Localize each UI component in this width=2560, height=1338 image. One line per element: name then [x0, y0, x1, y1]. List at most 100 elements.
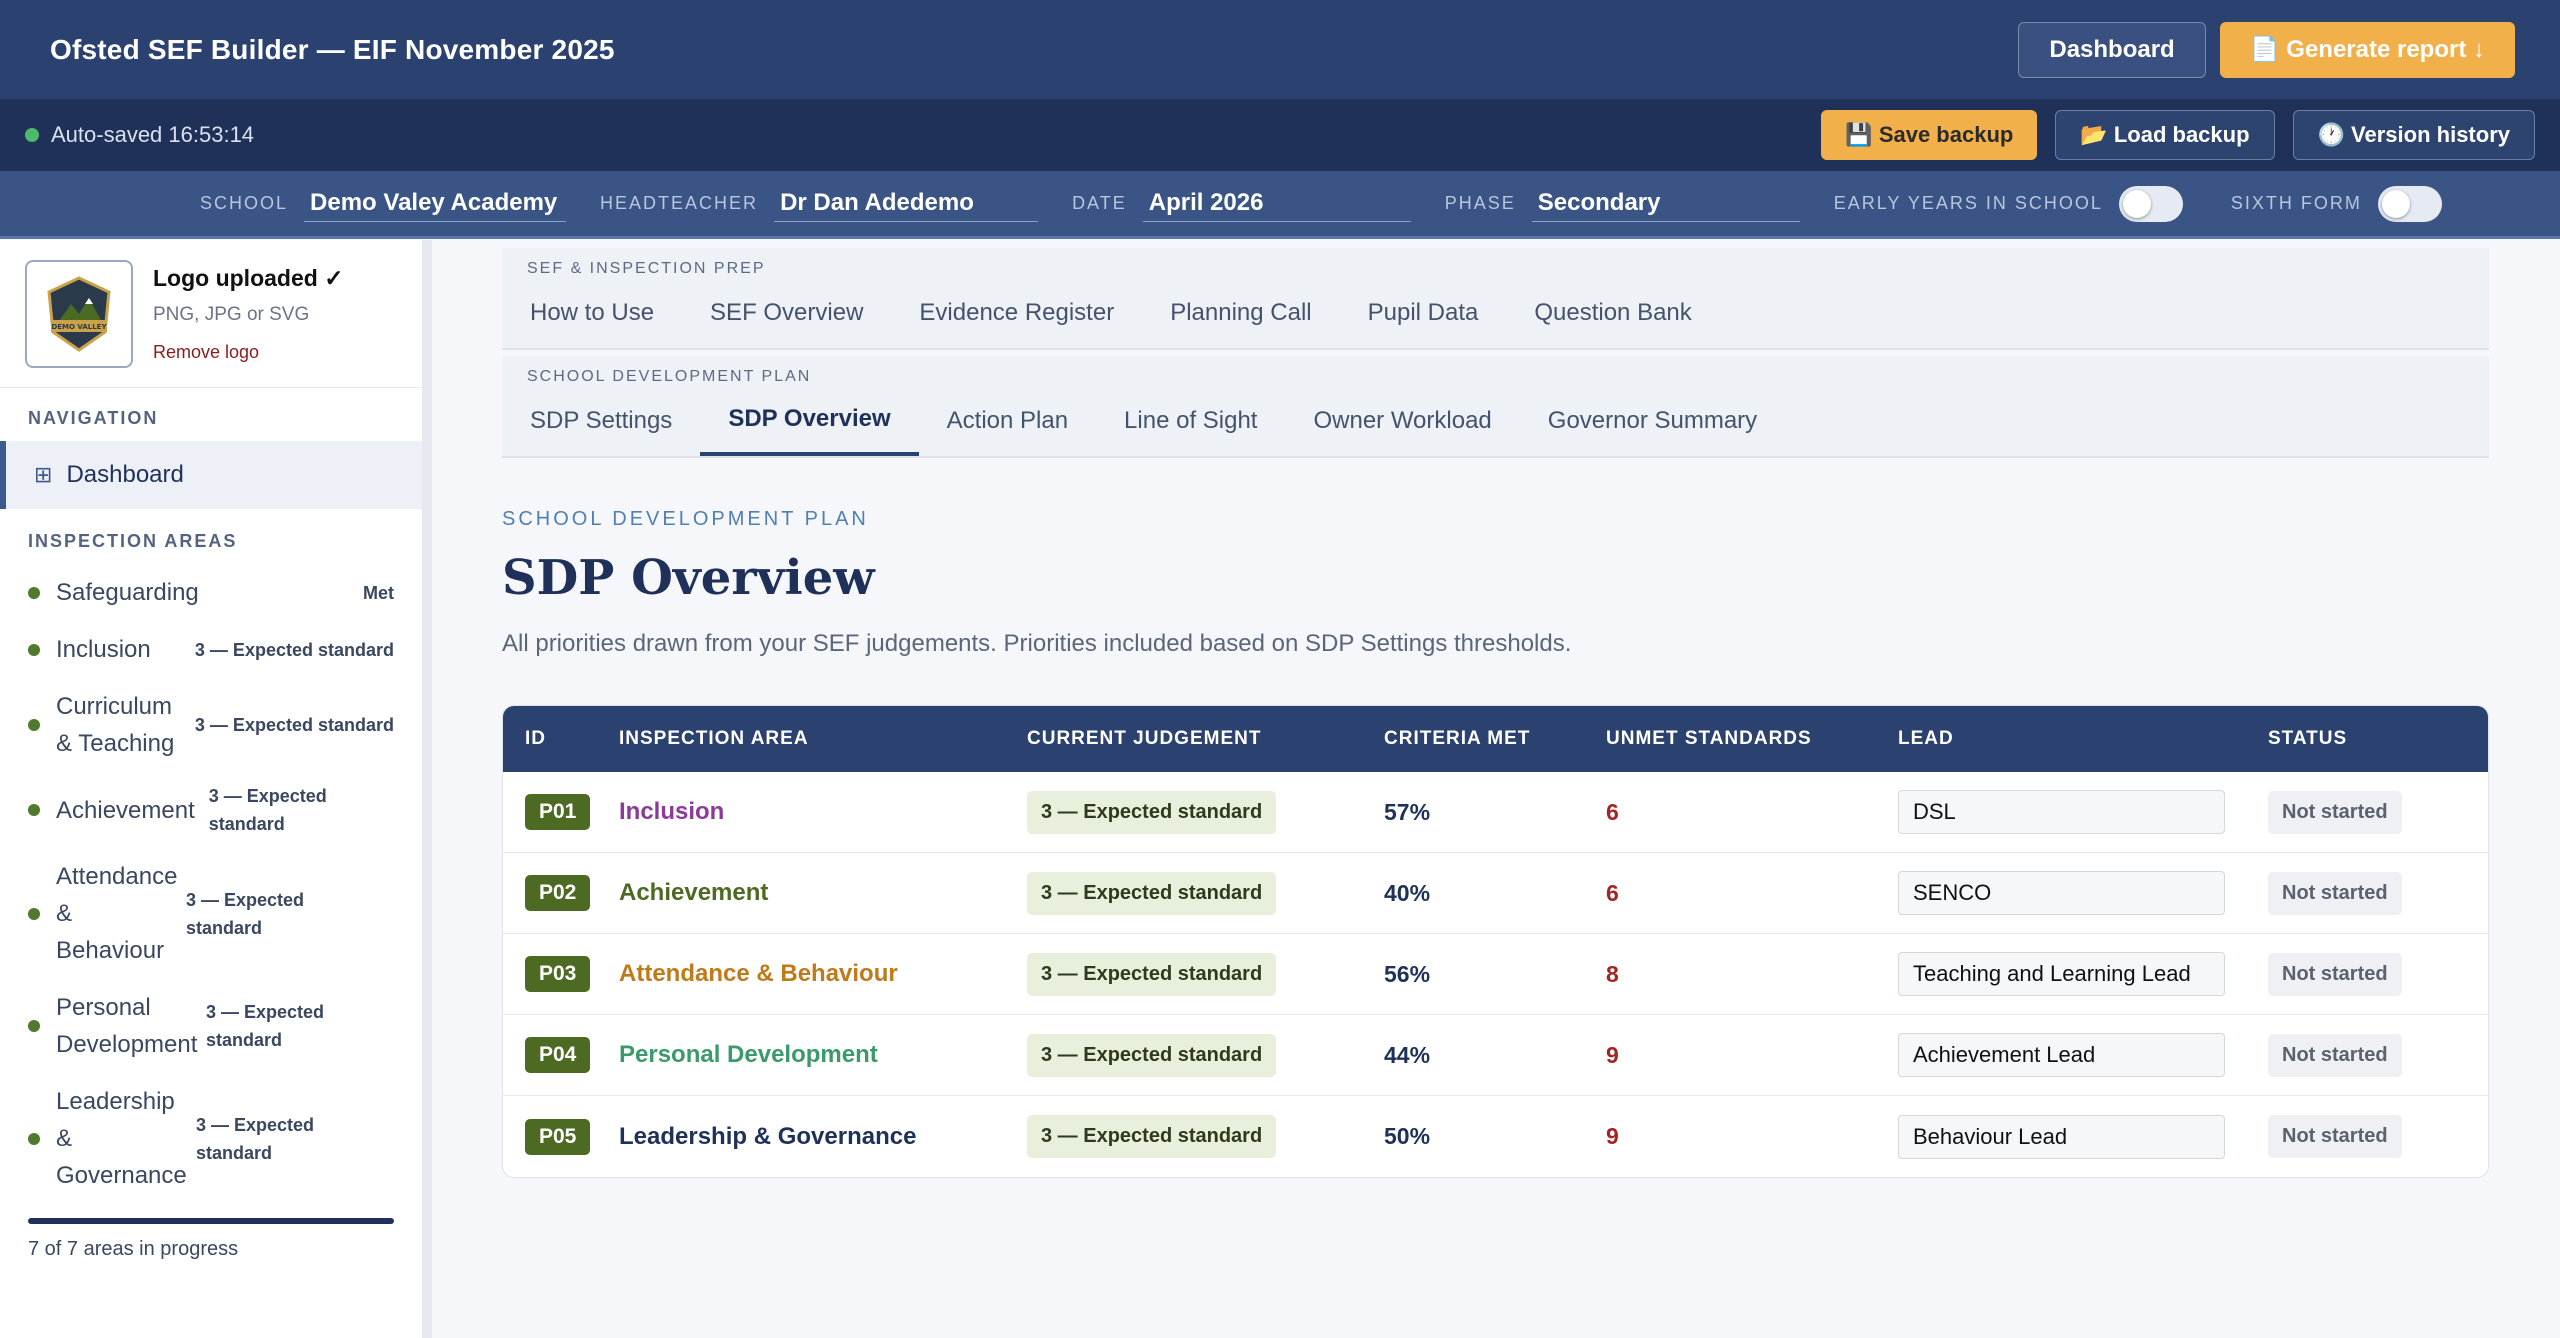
inspection-areas-heading: INSPECTION AREAS	[28, 531, 238, 551]
status-dot-icon	[28, 643, 40, 656]
tab-owner-workload[interactable]: Owner Workload	[1285, 386, 1519, 456]
lead-input[interactable]	[1898, 1033, 2225, 1077]
autosave-indicator-icon	[25, 128, 39, 142]
load-backup-button[interactable]: 📂 Load backup	[2055, 110, 2275, 160]
judgement-pill: 3 — Expected standard	[1027, 790, 1277, 834]
area-name: Achievement	[56, 796, 195, 824]
prep-tab-group-label: SEF & INSPECTION PREP	[527, 260, 766, 277]
sidebar-item-inclusion[interactable]: Inclusion 3 — Expected standard	[28, 621, 394, 678]
status-dot-icon	[28, 804, 40, 816]
backup-actions: 💾 Save backup 📂 Load backup 🕐 Version hi…	[1821, 110, 2535, 160]
version-history-button[interactable]: 🕐 Version history	[2292, 110, 2535, 160]
column-header-criteria: CRITERIA MET	[1384, 728, 1531, 749]
area-link[interactable]: Attendance & Behaviour	[619, 960, 898, 987]
tab-question-bank[interactable]: Question Bank	[1506, 278, 1719, 348]
early-years-label: EARLY YEARS IN SCHOOL	[1833, 193, 2103, 213]
lead-input[interactable]	[1898, 1114, 2225, 1159]
column-header-id: ID	[525, 728, 546, 749]
lead-input[interactable]	[1898, 790, 2225, 834]
sdp-tabs: SDP Settings SDP Overview Action Plan Li…	[502, 386, 2489, 456]
sidebar: DEMO VALLEY Logo uploaded ✓ PNG, JPG or …	[0, 240, 432, 1338]
save-backup-button[interactable]: 💾 Save backup	[1821, 110, 2038, 160]
status-pill[interactable]: Not started	[2268, 871, 2402, 915]
table-header: ID INSPECTION AREA CURRENT JUDGEMENT CRI…	[503, 706, 2488, 772]
sidebar-item-leadership-governance[interactable]: Leadership & Governance 3 — Expected sta…	[28, 1073, 394, 1204]
status-dot-icon	[28, 586, 40, 599]
logo-text: DEMO VALLEY	[51, 323, 107, 331]
area-link[interactable]: Personal Development	[619, 1041, 878, 1068]
area-link[interactable]: Inclusion	[619, 798, 724, 825]
headteacher-input[interactable]: Dr Dan Adedemo	[774, 185, 1039, 222]
phase-field: PHASE Secondary	[1445, 185, 1800, 222]
remove-logo-link[interactable]: Remove logo	[153, 342, 343, 363]
sidebar-item-curriculum-teaching[interactable]: Curriculum & Teaching 3 — Expected stand…	[28, 678, 394, 772]
priority-id-badge: P05	[525, 1118, 591, 1155]
tab-how-to-use[interactable]: How to Use	[502, 278, 682, 348]
status-dot-icon	[28, 1020, 40, 1032]
status-pill[interactable]: Not started	[2268, 1115, 2402, 1158]
tab-line-of-sight[interactable]: Line of Sight	[1096, 386, 1285, 456]
tab-sdp-settings[interactable]: SDP Settings	[502, 386, 700, 456]
lead-input[interactable]	[1898, 871, 2225, 915]
school-field: SCHOOL Demo Valey Academy	[200, 185, 567, 222]
tab-sef-overview[interactable]: SEF Overview	[682, 278, 891, 348]
status-bar: Auto-saved 16:53:14 💾 Save backup 📂 Load…	[0, 99, 2560, 171]
area-name: Attendance & Behaviour	[56, 863, 178, 964]
date-input[interactable]: April 2026	[1142, 185, 1411, 222]
tab-pupil-data[interactable]: Pupil Data	[1340, 278, 1507, 348]
generate-report-button[interactable]: 📄 Generate report ↓	[2219, 21, 2515, 78]
judgement-pill: 3 — Expected standard	[1027, 871, 1277, 915]
tab-evidence-register[interactable]: Evidence Register	[891, 278, 1142, 348]
unmet-standards: 6	[1606, 879, 1619, 906]
sidebar-item-achievement[interactable]: Achievement 3 — Expected standard	[28, 772, 394, 848]
app-title: Ofsted SEF Builder — EIF November 2025	[50, 33, 615, 65]
area-name: Inclusion	[56, 636, 151, 663]
logo-uploader: DEMO VALLEY Logo uploaded ✓ PNG, JPG or …	[0, 240, 422, 388]
tab-governor-summary[interactable]: Governor Summary	[1520, 386, 1785, 456]
area-name: Safeguarding	[56, 579, 199, 606]
status-dot-icon	[28, 719, 40, 731]
judgement-pill: 3 — Expected standard	[1027, 1115, 1277, 1158]
area-status: 3 — Expected standard	[208, 786, 327, 834]
areas-progress-text: 7 of 7 areas in progress	[28, 1238, 239, 1260]
section-eyebrow: SCHOOL DEVELOPMENT PLAN	[502, 508, 869, 530]
column-header-lead: LEAD	[1898, 728, 1954, 749]
area-link[interactable]: Leadership & Governance	[619, 1123, 916, 1150]
judgement-pill: 3 — Expected standard	[1027, 952, 1277, 996]
area-status: 3 — Expected standard	[194, 715, 394, 735]
dashboard-button[interactable]: Dashboard	[2018, 21, 2206, 78]
tab-planning-call[interactable]: Planning Call	[1142, 278, 1339, 348]
early-years-toggle[interactable]	[2118, 185, 2183, 222]
column-header-judgement: CURRENT JUDGEMENT	[1027, 728, 1262, 749]
sidebar-item-personal-development[interactable]: Personal Development 3 — Expected standa…	[28, 979, 394, 1073]
sixth-form-toggle[interactable]	[2377, 185, 2442, 222]
area-link[interactable]: Achievement	[619, 879, 768, 906]
sidebar-item-dashboard[interactable]: ⊞ Dashboard	[0, 441, 422, 509]
table-row: P03 Attendance & Behaviour 3 — Expected …	[503, 934, 2488, 1015]
status-pill[interactable]: Not started	[2268, 790, 2402, 834]
phase-select[interactable]: Secondary	[1531, 185, 1800, 222]
autosave-text: Auto-saved 16:53:14	[51, 122, 255, 147]
page-description: All priorities drawn from your SEF judge…	[502, 630, 1572, 657]
criteria-met: 57%	[1384, 798, 1431, 825]
column-header-status: STATUS	[2268, 728, 2348, 749]
tab-sdp-overview[interactable]: SDP Overview	[700, 386, 919, 456]
tab-action-plan[interactable]: Action Plan	[919, 386, 1096, 456]
sidebar-item-attendance-behaviour[interactable]: Attendance & Behaviour 3 — Expected stan…	[28, 848, 394, 979]
table-row: P05 Leadership & Governance 3 — Expected…	[503, 1096, 2488, 1177]
sidebar-item-safeguarding[interactable]: Safeguarding Met	[28, 564, 394, 621]
status-pill[interactable]: Not started	[2268, 952, 2402, 996]
school-meta-bar: SCHOOL Demo Valey Academy HEADTEACHER Dr…	[0, 171, 2560, 239]
area-status: 3 — Expected standard	[186, 889, 305, 938]
school-logo[interactable]: DEMO VALLEY	[25, 259, 133, 368]
status-pill[interactable]: Not started	[2268, 1033, 2402, 1077]
school-crest-icon: DEMO VALLEY	[47, 275, 111, 352]
sidebar-item-label: Dashboard	[66, 461, 184, 488]
area-status: Met	[363, 582, 394, 603]
column-header-unmet: UNMET STANDARDS	[1606, 728, 1812, 749]
logo-status: Logo uploaded ✓	[153, 264, 344, 291]
headteacher-field: HEADTEACHER Dr Dan Adedemo	[600, 185, 1039, 222]
school-input[interactable]: Demo Valey Academy	[304, 185, 567, 222]
prep-tab-group: SEF & INSPECTION PREP How to Use SEF Ove…	[502, 248, 2489, 350]
lead-input[interactable]	[1898, 952, 2225, 996]
